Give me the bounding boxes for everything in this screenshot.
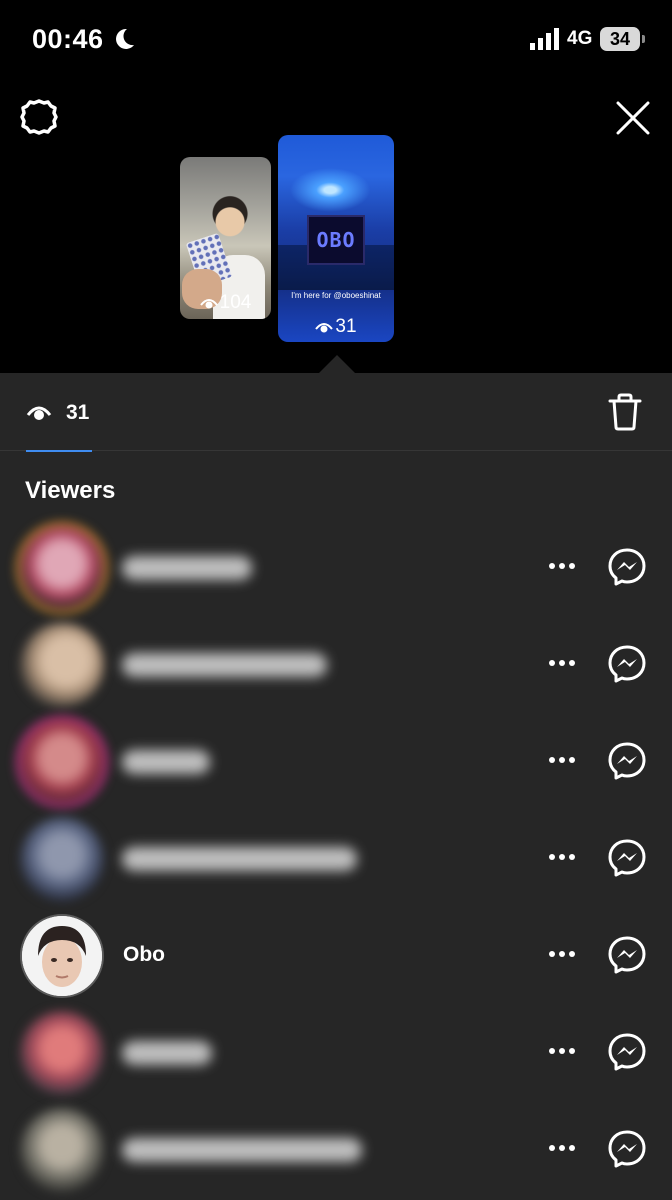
section-title: Viewers xyxy=(25,477,116,504)
viewer-row[interactable]: Obo xyxy=(0,907,672,1004)
more-horizontal-icon[interactable] xyxy=(548,1144,576,1152)
more-horizontal-icon[interactable] xyxy=(548,756,576,764)
messenger-icon[interactable] xyxy=(607,1032,647,1072)
status-bar: 00:46 4G 34 xyxy=(0,0,672,80)
avatar[interactable] xyxy=(20,1108,104,1192)
viewer-row[interactable] xyxy=(0,810,672,907)
moon-icon xyxy=(116,28,134,49)
messenger-icon[interactable] xyxy=(607,547,647,587)
status-time: 00:46 xyxy=(32,24,104,54)
story-sign: OBO xyxy=(307,215,365,265)
messenger-icon[interactable] xyxy=(607,741,647,781)
views-count: 31 xyxy=(66,401,90,424)
close-icon[interactable] xyxy=(615,100,651,136)
avatar[interactable] xyxy=(20,623,104,707)
avatar[interactable] xyxy=(20,914,104,998)
face-portrait-icon xyxy=(22,916,102,996)
more-horizontal-icon[interactable] xyxy=(548,659,576,667)
more-horizontal-icon[interactable] xyxy=(548,1047,576,1055)
network-label: 4G xyxy=(567,28,593,49)
settings-gear-icon[interactable] xyxy=(20,98,58,136)
avatar[interactable] xyxy=(20,526,104,610)
messenger-icon[interactable] xyxy=(607,1129,647,1169)
messenger-icon[interactable] xyxy=(607,838,647,878)
viewers-sheet: 31 Viewers Obo xyxy=(0,373,672,1200)
viewer-name-redacted xyxy=(122,653,327,677)
story-view-count: 104 xyxy=(180,292,271,314)
eye-icon xyxy=(26,406,52,420)
avatar[interactable] xyxy=(20,817,104,901)
viewer-row[interactable] xyxy=(0,713,672,810)
story-thumbnail-2-selected[interactable]: OBO I'm here for @oboeshinat 31 xyxy=(278,135,394,342)
battery-indicator: 34 xyxy=(600,27,646,51)
story-sign-text: OBO xyxy=(316,228,356,252)
viewer-name[interactable]: Obo xyxy=(123,943,165,967)
tab-views[interactable]: 31 xyxy=(26,373,92,452)
more-horizontal-icon[interactable] xyxy=(548,853,576,861)
signal-icon xyxy=(530,28,559,50)
viewer-row[interactable] xyxy=(0,1101,672,1198)
story-caption: I'm here for @oboeshinat xyxy=(291,291,381,300)
more-horizontal-icon[interactable] xyxy=(548,950,576,958)
eye-icon xyxy=(199,298,218,309)
battery-level: 34 xyxy=(609,29,631,49)
messenger-icon[interactable] xyxy=(607,935,647,975)
more-horizontal-icon[interactable] xyxy=(548,562,576,570)
messenger-icon[interactable] xyxy=(607,644,647,684)
viewer-name-redacted xyxy=(122,1138,362,1162)
viewer-name-redacted xyxy=(122,1041,212,1065)
selection-pointer xyxy=(319,355,355,373)
avatar[interactable] xyxy=(20,720,104,804)
viewer-name-redacted xyxy=(122,556,252,580)
story-thumbnail-1[interactable]: 104 xyxy=(180,157,271,319)
viewer-row[interactable] xyxy=(0,519,672,616)
eye-icon xyxy=(315,322,334,333)
viewer-row[interactable] xyxy=(0,1004,672,1101)
trash-icon[interactable] xyxy=(608,393,642,431)
viewer-name-redacted xyxy=(122,847,357,871)
viewer-name-redacted xyxy=(122,750,210,774)
avatar[interactable] xyxy=(20,1011,104,1095)
viewer-row[interactable] xyxy=(0,616,672,713)
story-view-count: 31 xyxy=(278,316,394,338)
tab-row: 31 xyxy=(0,373,672,452)
tab-active-underline xyxy=(26,450,92,452)
